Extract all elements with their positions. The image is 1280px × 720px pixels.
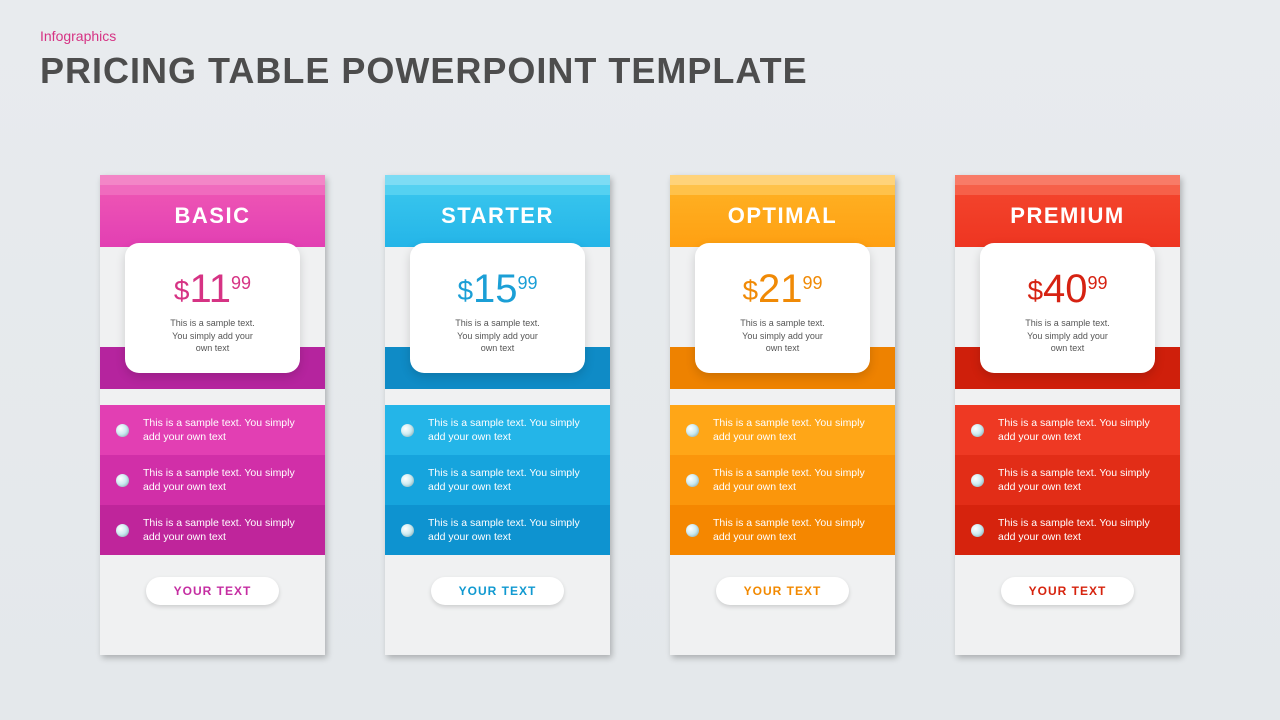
price-value: $ 15 99 [457,269,537,309]
price-main: 11 [190,269,232,309]
price-main: 21 [758,269,803,309]
price-box: $ 21 99 This is a sample text. You simpl… [695,243,870,373]
price-note: This is a sample text. You simply add yo… [1009,317,1126,355]
pricing-card-basic: BASIC $ 11 99 This is a sample text. You… [100,175,325,655]
cta-button[interactable]: YOUR TEXT [431,577,565,605]
price-cents: 99 [518,273,538,294]
tier-name: BASIC [100,203,325,229]
feature-text: This is a sample text. You simply add yo… [143,416,311,444]
price-note: This is a sample text. You simply add yo… [154,317,271,355]
pricing-card-starter: STARTER $ 15 99 This is a sample text. Y… [385,175,610,655]
price-currency: $ [1027,275,1043,307]
pricing-cards-row: BASIC $ 11 99 This is a sample text. You… [0,175,1280,655]
feature-item: This is a sample text. You simply add yo… [955,405,1180,455]
feature-text: This is a sample text. You simply add yo… [143,466,311,494]
feature-text: This is a sample text. You simply add yo… [713,416,881,444]
feature-list: This is a sample text. You simply add yo… [100,405,325,555]
bullet-icon [116,474,129,487]
feature-item: This is a sample text. You simply add yo… [955,455,1180,505]
price-cents: 99 [1088,273,1108,294]
bullet-icon [401,524,414,537]
tier-name: PREMIUM [955,203,1180,229]
price-note: This is a sample text. You simply add yo… [439,317,556,355]
feature-item: This is a sample text. You simply add yo… [100,405,325,455]
feature-text: This is a sample text. You simply add yo… [713,466,881,494]
bullet-icon [116,424,129,437]
feature-item: This is a sample text. You simply add yo… [955,505,1180,555]
tier-header: STARTER [385,175,610,247]
tier-name: OPTIMAL [670,203,895,229]
feature-text: This is a sample text. You simply add yo… [998,466,1166,494]
feature-item: This is a sample text. You simply add yo… [100,505,325,555]
kicker-label: Infographics [40,28,116,44]
cta-button[interactable]: YOUR TEXT [146,577,280,605]
feature-text: This is a sample text. You simply add yo… [428,466,596,494]
price-currency: $ [174,275,190,307]
tier-name: STARTER [385,203,610,229]
cta-button[interactable]: YOUR TEXT [716,577,850,605]
price-currency: $ [457,275,473,307]
bullet-icon [686,424,699,437]
price-box: $ 40 99 This is a sample text. You simpl… [980,243,1155,373]
feature-text: This is a sample text. You simply add yo… [998,416,1166,444]
feature-text: This is a sample text. You simply add yo… [428,516,596,544]
bullet-icon [971,474,984,487]
feature-item: This is a sample text. You simply add yo… [670,455,895,505]
pricing-card-optimal: OPTIMAL $ 21 99 This is a sample text. Y… [670,175,895,655]
feature-item: This is a sample text. You simply add yo… [670,505,895,555]
bullet-icon [686,474,699,487]
bullet-icon [116,524,129,537]
feature-item: This is a sample text. You simply add yo… [385,455,610,505]
feature-item: This is a sample text. You simply add yo… [670,405,895,455]
feature-list: This is a sample text. You simply add yo… [385,405,610,555]
price-box: $ 15 99 This is a sample text. You simpl… [410,243,585,373]
feature-list: This is a sample text. You simply add yo… [955,405,1180,555]
bullet-icon [401,424,414,437]
feature-item: This is a sample text. You simply add yo… [385,505,610,555]
tier-header: PREMIUM [955,175,1180,247]
bullet-icon [971,424,984,437]
price-cents: 99 [231,273,251,294]
bullet-icon [686,524,699,537]
pricing-card-premium: PREMIUM $ 40 99 This is a sample text. Y… [955,175,1180,655]
price-value: $ 11 99 [174,269,251,309]
feature-item: This is a sample text. You simply add yo… [385,405,610,455]
feature-text: This is a sample text. You simply add yo… [713,516,881,544]
price-main: 15 [473,269,518,309]
bullet-icon [971,524,984,537]
bullet-icon [401,474,414,487]
feature-text: This is a sample text. You simply add yo… [143,516,311,544]
feature-list: This is a sample text. You simply add yo… [670,405,895,555]
page-title: PRICING TABLE POWERPOINT TEMPLATE [40,50,808,92]
cta-button[interactable]: YOUR TEXT [1001,577,1135,605]
price-note: This is a sample text. You simply add yo… [724,317,841,355]
price-box: $ 11 99 This is a sample text. You simpl… [125,243,300,373]
tier-header: BASIC [100,175,325,247]
price-cents: 99 [803,273,823,294]
feature-text: This is a sample text. You simply add yo… [428,416,596,444]
tier-header: OPTIMAL [670,175,895,247]
feature-item: This is a sample text. You simply add yo… [100,455,325,505]
price-value: $ 40 99 [1027,269,1107,309]
price-value: $ 21 99 [742,269,822,309]
price-main: 40 [1043,269,1088,309]
feature-text: This is a sample text. You simply add yo… [998,516,1166,544]
price-currency: $ [742,275,758,307]
